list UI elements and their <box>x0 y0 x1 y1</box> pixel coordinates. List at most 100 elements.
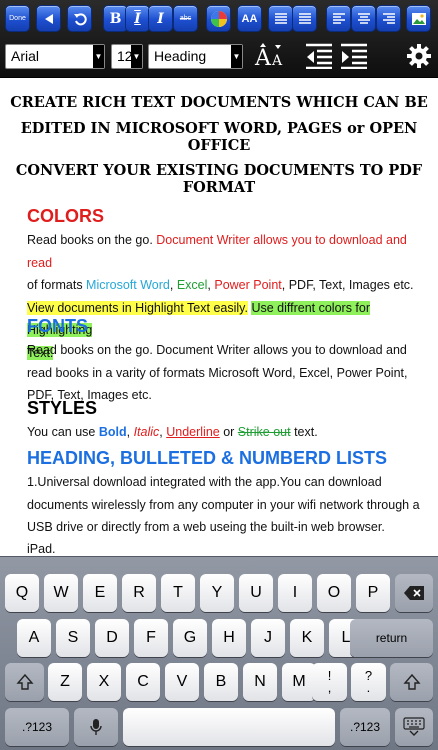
key-f[interactable]: F <box>134 619 168 657</box>
key-label: G <box>183 629 197 646</box>
color-wheel-icon <box>210 10 227 27</box>
paragraph-style-select[interactable]: Heading ▼ <box>148 44 243 69</box>
key-c[interactable]: C <box>126 663 160 701</box>
italic-alt-button[interactable]: I <box>148 5 173 32</box>
return-key[interactable]: return <box>350 619 433 657</box>
key-g[interactable]: G <box>173 619 207 657</box>
key-m[interactable]: M <box>282 663 316 701</box>
bold-sample: Bold <box>98 425 127 439</box>
key-w[interactable]: W <box>44 574 78 612</box>
align-center-icon <box>357 12 370 24</box>
outdent-button[interactable] <box>302 40 336 72</box>
key-j[interactable]: J <box>251 619 285 657</box>
key-label: U <box>250 584 262 601</box>
bullet-list-button[interactable] <box>268 5 293 32</box>
key-e[interactable]: E <box>83 574 117 612</box>
shift-key-left[interactable] <box>5 663 44 701</box>
hide-keyboard-key[interactable] <box>395 708 433 746</box>
key-p[interactable]: P <box>356 574 390 612</box>
key-label: E <box>94 584 106 601</box>
numbers-key-left[interactable]: .?123 <box>5 708 69 746</box>
image-icon <box>411 12 426 25</box>
key-label: N <box>254 673 266 690</box>
fonts-heading: FONTS <box>27 316 88 336</box>
key-r[interactable]: R <box>122 574 156 612</box>
colors-text-9: , PDF, Text, Images etc. <box>281 278 414 292</box>
key-b[interactable]: B <box>204 663 238 701</box>
highlight-yellow-text: View documents in Highlight Text easily. <box>27 300 248 315</box>
font-size-button[interactable]: AA <box>237 5 262 32</box>
styles-text-4: or <box>219 425 238 439</box>
underline-sample: Underline <box>166 425 220 439</box>
key-label: C <box>137 673 149 690</box>
key-label: Q <box>15 584 29 601</box>
key-n[interactable]: N <box>243 663 277 701</box>
key-z[interactable]: Z <box>48 663 82 701</box>
shift-key-right[interactable] <box>390 663 433 701</box>
key-label: J <box>264 629 272 646</box>
gear-icon <box>407 44 431 68</box>
font-family-select[interactable]: Arial ▼ <box>5 44 105 69</box>
banner-line-2: EDITED IN MICROSOFT WORD, PAGES or OPEN … <box>20 120 418 154</box>
key-o[interactable]: O <box>317 574 351 612</box>
font-size-select[interactable]: 12 ▼ <box>111 44 143 69</box>
key-label: K <box>301 629 313 646</box>
indent-button[interactable] <box>337 40 371 72</box>
key-h[interactable]: H <box>212 619 246 657</box>
key-q[interactable]: Q <box>5 574 39 612</box>
numbers-key-label-right: .?123 <box>349 720 381 734</box>
dictation-key[interactable] <box>74 708 118 746</box>
italic-button[interactable]: I <box>125 5 150 32</box>
key-label: I <box>292 584 298 601</box>
outdent-icon <box>306 43 332 69</box>
italic-sample: Italic <box>133 425 160 439</box>
key-label: S <box>67 629 79 646</box>
align-left-button[interactable] <box>326 5 351 32</box>
key-label: W <box>53 584 69 601</box>
key-x[interactable]: X <box>87 663 121 701</box>
keyboard-hide-icon <box>403 717 425 736</box>
resize-text-button[interactable]: A A <box>253 40 287 72</box>
done-button[interactable]: Done <box>5 5 30 32</box>
undo-button[interactable] <box>36 5 61 32</box>
strike-button[interactable]: abc <box>173 5 198 32</box>
key-u[interactable]: U <box>239 574 273 612</box>
svg-text:A: A <box>254 46 272 71</box>
question-period-key[interactable]: ?. <box>351 663 386 701</box>
colors-text-5: , <box>169 278 177 292</box>
key-a[interactable]: A <box>17 619 51 657</box>
key-t[interactable]: T <box>161 574 195 612</box>
redo-button[interactable] <box>67 5 92 32</box>
exclaim-comma-key[interactable]: !, <box>312 663 347 701</box>
insert-image-button[interactable] <box>406 5 431 32</box>
onscreen-keyboard: QWERTYUIOP ASDFGHJKL ZXCVBNM return !, ?… <box>0 556 438 750</box>
key-label: A <box>28 629 40 646</box>
key-label: F <box>146 629 156 646</box>
document-editor[interactable]: CREATE RICH TEXT DOCUMENTS WHICH CAN BE … <box>0 78 438 556</box>
styles-heading: STYLES <box>27 398 98 418</box>
colors-text-1: Read books on the go. <box>27 233 157 247</box>
colors-heading: COLORS <box>27 206 105 226</box>
key-i[interactable]: I <box>278 574 312 612</box>
key-d[interactable]: D <box>95 619 129 657</box>
key-k[interactable]: K <box>290 619 324 657</box>
done-label: Done <box>9 15 26 22</box>
styles-text-1: You can use <box>27 425 99 439</box>
numbered-list-button[interactable] <box>292 5 317 32</box>
lists-heading: HEADING, BULLETED & NUMBERD LISTS <box>27 448 387 468</box>
align-center-button[interactable] <box>351 5 376 32</box>
chevron-down-icon: ▼ <box>131 45 142 68</box>
space-bar[interactable] <box>123 708 335 746</box>
key-v[interactable]: V <box>165 663 199 701</box>
banner-line-1: CREATE RICH TEXT DOCUMENTS WHICH CAN BE <box>10 94 428 111</box>
numbers-key-right[interactable]: .?123 <box>340 708 390 746</box>
backspace-key[interactable] <box>395 574 433 612</box>
font-family-value: Arial <box>11 48 40 64</box>
rotate-icon <box>73 12 87 25</box>
color-button[interactable] <box>206 5 231 32</box>
indent-icon <box>341 43 367 69</box>
align-right-button[interactable] <box>376 5 401 32</box>
settings-button[interactable] <box>402 40 436 72</box>
key-y[interactable]: Y <box>200 574 234 612</box>
key-s[interactable]: S <box>56 619 90 657</box>
